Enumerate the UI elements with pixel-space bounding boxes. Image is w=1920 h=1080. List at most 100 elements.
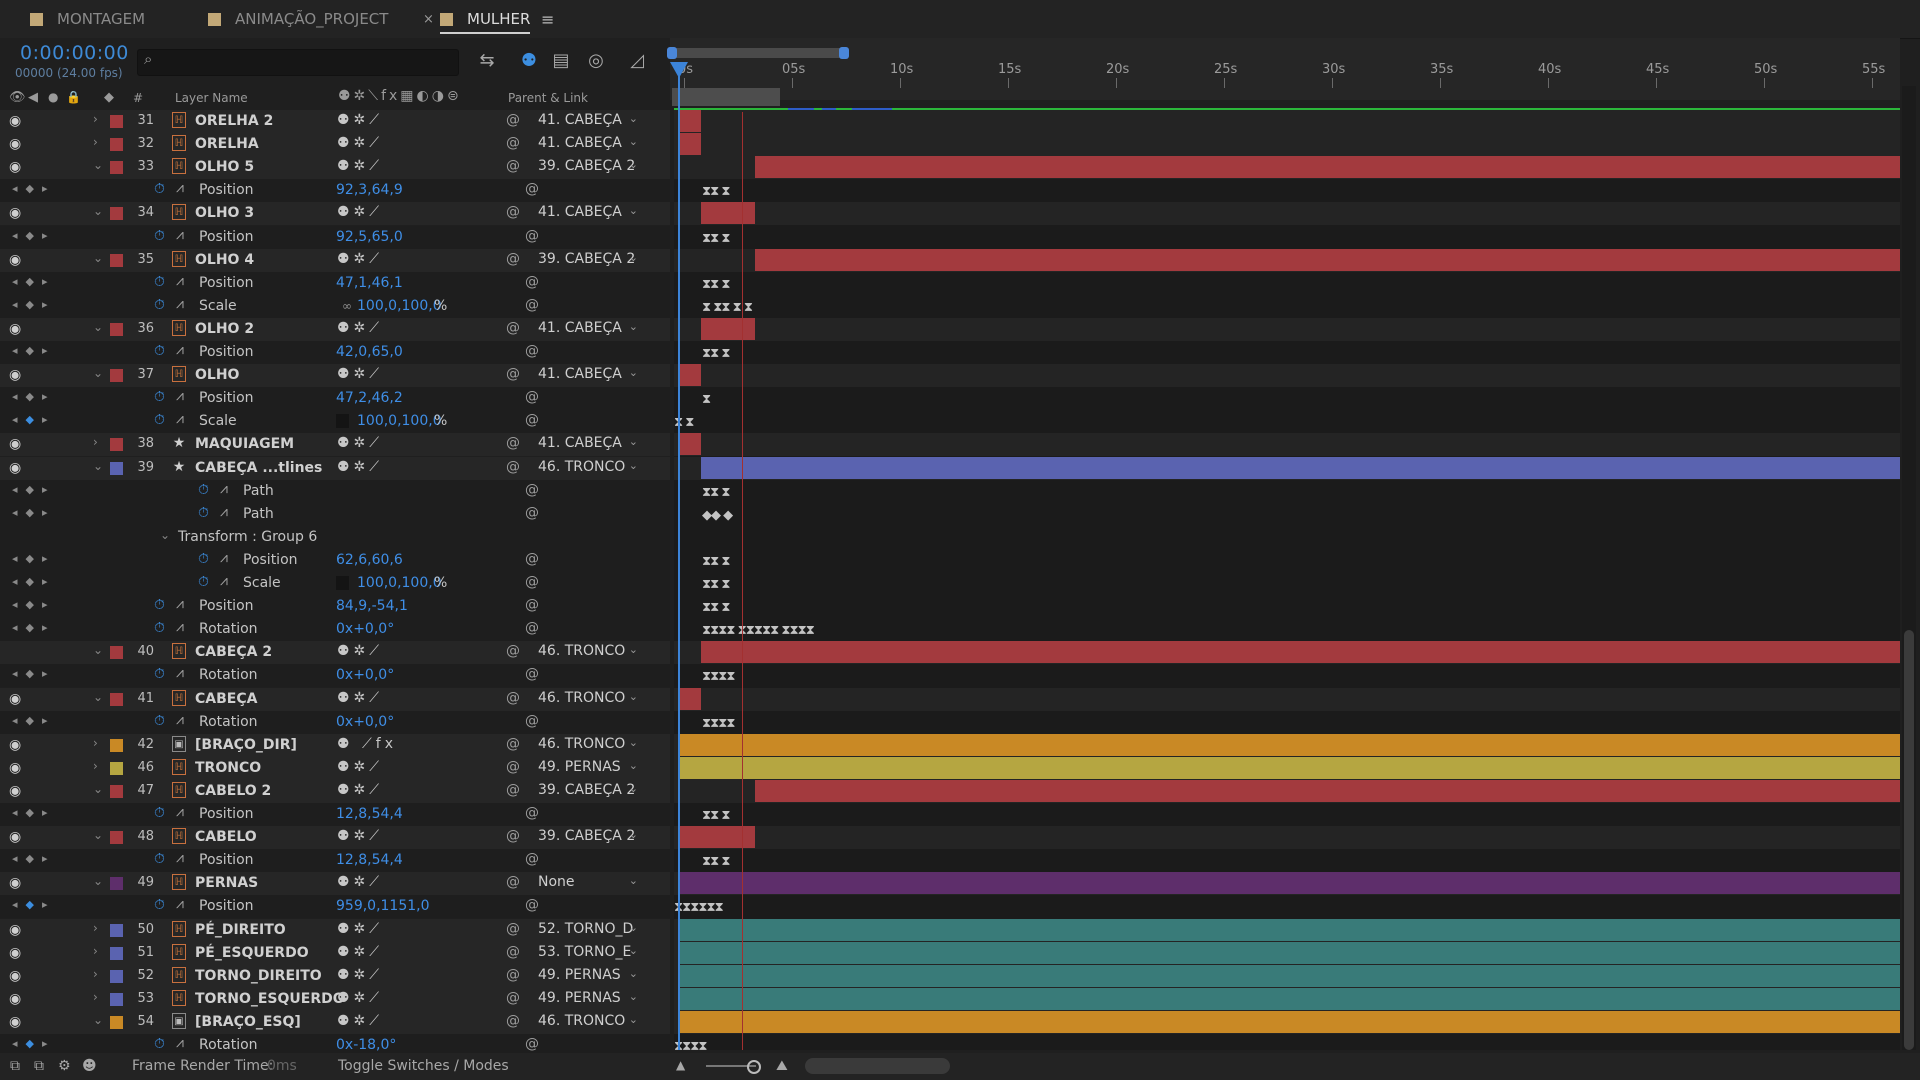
layer-switches[interactable]: ⚉✲⟋	[337, 944, 383, 960]
keyframe-navigator[interactable]: ◂◆▸	[12, 298, 56, 311]
keyframes[interactable]: ⧗⧗⧗⧗⧗⧗	[674, 900, 724, 915]
tab-mulher[interactable]: MULHER	[440, 0, 531, 38]
label-color-swatch[interactable]	[110, 138, 123, 151]
shy-layers-icon[interactable]: ⚉	[518, 50, 540, 71]
stopwatch-icon[interactable]: ⏱	[154, 897, 165, 913]
graph-icon[interactable]: ⩘	[176, 227, 184, 243]
layer-duration-bar[interactable]	[701, 318, 755, 340]
label-color-swatch[interactable]	[110, 831, 123, 844]
collapse-chevron-icon[interactable]: ⌄	[93, 158, 103, 172]
graph-icon[interactable]: ⩘	[176, 804, 184, 820]
layer-duration-bar[interactable]	[678, 965, 1900, 987]
track-row[interactable]: ⧗⧗⧗⧗	[674, 711, 1900, 734]
layer-switches[interactable]: ⚉✲⟋	[337, 112, 383, 128]
label-color-swatch[interactable]	[110, 115, 123, 128]
expand-chevron-icon[interactable]: ›	[93, 759, 98, 773]
parent-link-header[interactable]: Parent & Link	[508, 91, 588, 105]
keyframes[interactable]: ⧗⧗ ⧗	[702, 600, 730, 615]
parent-dropdown[interactable]: 53. TORNO_E ⌄	[538, 944, 638, 963]
num-column-header[interactable]: #	[133, 91, 143, 105]
parent-dropdown[interactable]: 39. CABEÇA 2 ⌄	[538, 782, 638, 801]
layer-name-header[interactable]: Layer Name	[175, 91, 248, 105]
graph-icon[interactable]: ⩘	[176, 342, 184, 358]
keyframe-navigator[interactable]: ◂◆▸	[12, 275, 56, 288]
parent-dropdown[interactable]: 41. CABEÇA ⌄	[538, 112, 638, 131]
parent-dropdown[interactable]: 52. TORNO_D ⌄	[538, 921, 638, 940]
layer-row[interactable]: ◉ ⌄ 48 ℍ CABELO ⚉✲⟋ @39. CABEÇA 2 ⌄	[0, 826, 670, 849]
label-tag-icon[interactable]: ◆	[104, 90, 114, 105]
parent-dropdown[interactable]: 46. TRONCO ⌄	[538, 459, 638, 478]
layer-name[interactable]: CABEÇA ...tlines	[195, 460, 322, 476]
pick-whip-icon[interactable]: @	[525, 666, 539, 682]
parent-dropdown[interactable]: 41. CABEÇA ⌄	[538, 320, 638, 339]
layer-switches[interactable]: ⚉✲⟋	[337, 320, 383, 336]
visibility-eye-icon[interactable]: ◉	[9, 760, 21, 776]
graph-icon[interactable]: ⩘	[176, 896, 184, 912]
track-row[interactable]: ⧗⧗ ⧗	[674, 849, 1900, 872]
track-row[interactable]: ⧗⧗⧗⧗	[674, 1034, 1900, 1050]
stopwatch-icon[interactable]: ⏱	[154, 620, 165, 636]
label-color-swatch[interactable]	[110, 646, 123, 659]
keyframes[interactable]: ⧗⧗ ⧗	[702, 346, 730, 361]
track-row[interactable]: ⧗⧗ ⧗	[674, 272, 1900, 295]
pick-whip-icon[interactable]: @	[506, 158, 520, 174]
layer-name[interactable]: OLHO 4	[195, 252, 254, 268]
zoom-slider-knob[interactable]	[747, 1060, 761, 1074]
layer-switches[interactable]: ⚉✲⟋	[337, 828, 383, 844]
stopwatch-icon[interactable]: ⏱	[154, 228, 165, 244]
collapse-chevron-icon[interactable]: ⌄	[93, 459, 103, 473]
parent-dropdown[interactable]: 49. PERNAS ⌄	[538, 759, 638, 778]
collapse-chevron-icon[interactable]: ⌄	[93, 366, 103, 380]
track-row[interactable]	[674, 734, 1900, 757]
layer-row[interactable]: ◉ › 52 ℍ TORNO_DIREITO ⚉✲⟋ @49. PERNAS ⌄	[0, 965, 670, 988]
pick-whip-icon[interactable]: @	[506, 921, 520, 937]
label-color-swatch[interactable]	[110, 970, 123, 983]
pick-whip-icon[interactable]: @	[525, 805, 539, 821]
track-row[interactable]	[674, 1011, 1900, 1034]
draft-3d-icon[interactable]: ⚙	[58, 1058, 71, 1074]
layer-duration-bar[interactable]	[678, 133, 701, 155]
graph-icon[interactable]: ⩘	[176, 296, 184, 312]
layer-row[interactable]: ◉ ⌄ 34 ℍ OLHO 3 ⚉✲⟋ @41. CABEÇA ⌄	[0, 202, 670, 225]
constrain-proportions-icon[interactable]: ∞	[342, 299, 352, 313]
graph-icon[interactable]: ⩘	[176, 1035, 184, 1051]
track-row[interactable]	[674, 156, 1900, 179]
graph-icon[interactable]: ⩘	[220, 573, 228, 589]
track-row[interactable]: ⧗⧗ ⧗	[674, 226, 1900, 249]
graph-icon[interactable]: ⩘	[176, 411, 184, 427]
label-color-swatch[interactable]	[110, 254, 123, 267]
keyframes[interactable]: ⧗⧗ ⧗	[702, 231, 730, 246]
graph-icon[interactable]: ⩘	[176, 273, 184, 289]
layer-switches[interactable]: ⚉✲⟋	[337, 135, 383, 151]
parent-dropdown[interactable]: 49. PERNAS ⌄	[538, 990, 638, 1009]
property-row[interactable]: ◂◆▸ ⏱ ⩘ Position 47,1,46,1 @	[0, 272, 670, 295]
layer-name[interactable]: TORNO_ESQUERDO	[195, 991, 345, 1007]
pick-whip-icon[interactable]: @	[506, 990, 520, 1006]
graph-icon[interactable]: ⩘	[220, 504, 228, 520]
collapse-chevron-icon[interactable]: ⌄	[93, 320, 103, 334]
layer-row[interactable]: ◉ ⌄ 39 ★ CABEÇA ...tlines ⚉✲⟋ @46. TRONCO ⌄	[0, 457, 670, 480]
collapse-chevron-icon[interactable]: ⌄	[93, 204, 103, 218]
tab-montagem[interactable]: MONTAGEM	[30, 0, 145, 38]
layer-row[interactable]: ◉ ⌄ 35 ℍ OLHO 4 ⚉✲⟋ @39. CABEÇA 2 ⌄	[0, 249, 670, 272]
keyframe-navigator[interactable]: ◂◆▸	[12, 621, 56, 634]
graph-editor-icon[interactable]: ◿	[626, 50, 648, 71]
label-color-swatch[interactable]	[110, 323, 123, 336]
keyframe-navigator[interactable]: ◂◆▸	[12, 852, 56, 865]
parent-dropdown[interactable]: 39. CABEÇA 2 ⌄	[538, 251, 638, 270]
keyframes[interactable]: ⧗⧗ ⧗	[702, 854, 730, 869]
layer-row[interactable]: ◉ › 31 ℍ ORELHA 2 ⚉✲⟋ @41. CABEÇA ⌄	[0, 110, 670, 133]
keyframe-navigator[interactable]: ◂◆▸	[12, 344, 56, 357]
property-value[interactable]: 12,8,54,4	[336, 852, 403, 868]
graph-icon[interactable]: ⩘	[176, 712, 184, 728]
layer-row[interactable]: ◉ ⌄ 41 ℍ CABEÇA ⚉✲⟋ @46. TRONCO ⌄	[0, 688, 670, 711]
layer-duration-bar[interactable]	[755, 780, 1900, 802]
keyframes[interactable]: ⧗⧗ ⧗	[702, 577, 730, 592]
keyframe-navigator[interactable]: ◂◆▸	[12, 806, 56, 819]
pick-whip-icon[interactable]: @	[506, 828, 520, 844]
layer-switches[interactable]: ⚉✲⟋	[337, 874, 383, 890]
visibility-eye-icon[interactable]: ◉	[9, 691, 21, 707]
expand-chevron-icon[interactable]: ›	[93, 112, 98, 126]
graph-icon[interactable]: ⩘	[220, 550, 228, 566]
stopwatch-icon[interactable]: ⏱	[198, 574, 209, 590]
